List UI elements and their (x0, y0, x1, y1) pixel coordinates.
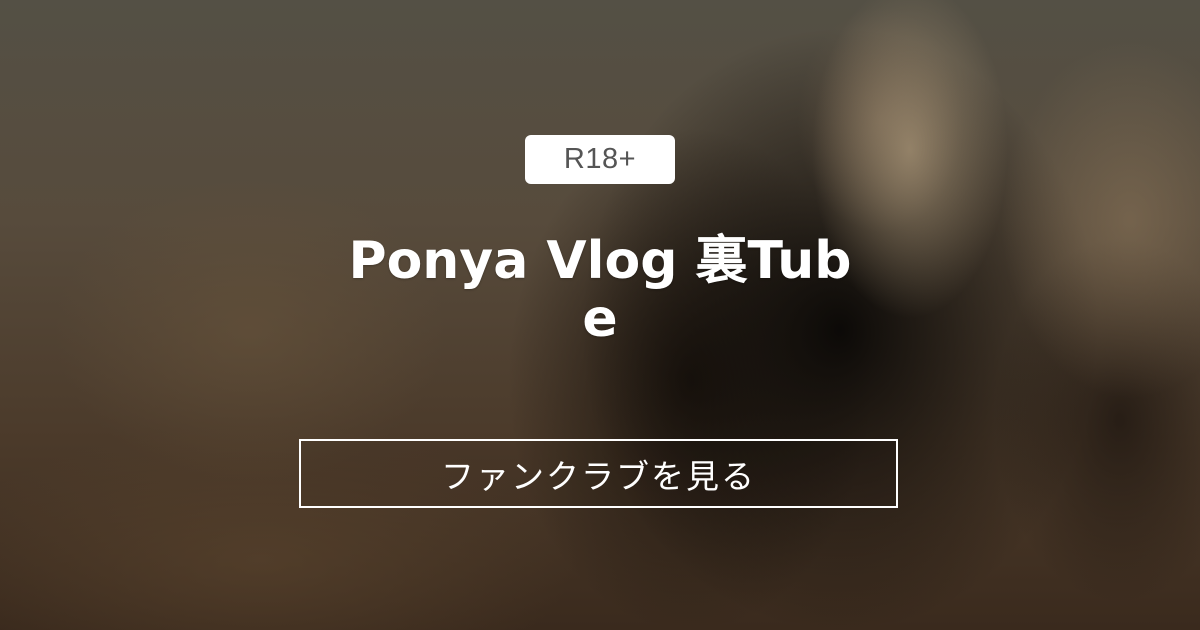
age-rating-badge: R18+ (525, 135, 675, 184)
view-fanclub-button[interactable]: ファンクラブを見る (299, 439, 898, 508)
share-card: R18+ Ponya Vlog 裏Tube ファンクラブを見る (0, 0, 1200, 630)
background-highlight (1000, 40, 1200, 400)
fanclub-title: Ponya Vlog 裏Tube (348, 231, 852, 349)
